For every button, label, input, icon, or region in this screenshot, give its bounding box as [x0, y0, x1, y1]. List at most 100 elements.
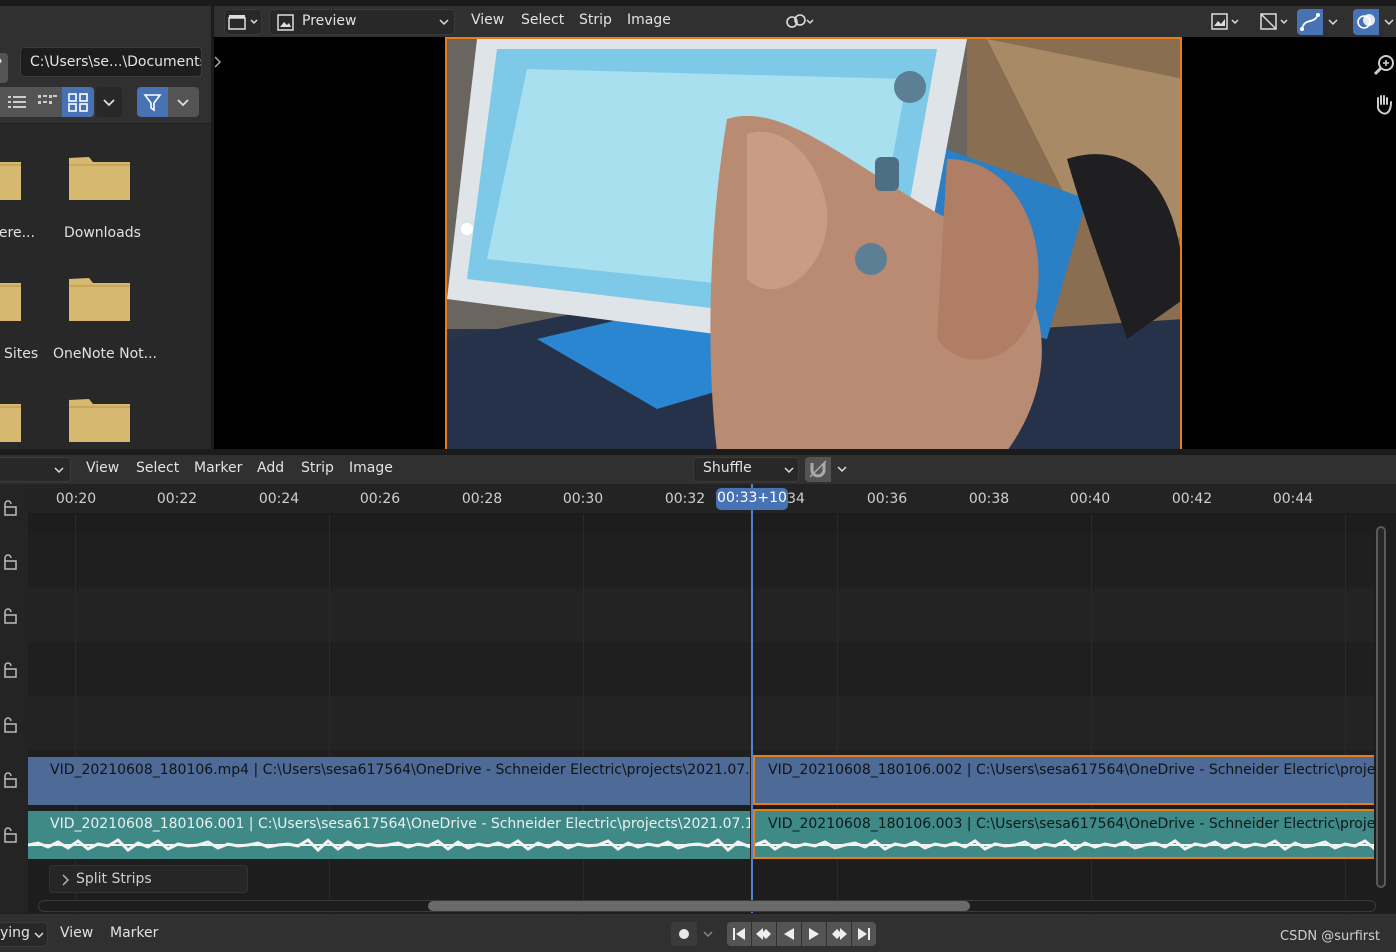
horizontal-list-view-button[interactable]	[32, 87, 62, 117]
playback-mode-dropdown[interactable]: ying	[0, 922, 48, 947]
gizmo-icon	[1260, 13, 1288, 30]
movie-strip[interactable]: VID_20210608_180106.mp4 | C:\Users\sesa6…	[28, 757, 750, 805]
snap-toggle[interactable]	[805, 457, 831, 482]
chevron-right-icon	[214, 56, 222, 68]
filter-toggle-button[interactable]	[137, 87, 168, 117]
menu-add[interactable]: Add	[257, 460, 284, 476]
jump-end-icon	[858, 928, 870, 940]
region-expand-arrow[interactable]	[214, 54, 222, 104]
last-operator-panel[interactable]: Split Strips	[49, 865, 248, 893]
filter-settings-dropdown[interactable]	[168, 87, 199, 117]
ruler-tick: 00:42	[1171, 491, 1213, 507]
ruler-tick: 00:30	[562, 491, 604, 507]
menu-view[interactable]: View	[60, 925, 93, 941]
chevron-down-icon	[34, 932, 44, 939]
record-options-dropdown[interactable]	[697, 922, 719, 946]
audio-waveform	[28, 838, 750, 853]
blender-window: C:\Users\se...\Documents\ ere... Downloa…	[0, 0, 1396, 952]
thumbnail-grid-icon	[68, 93, 88, 112]
sequencer-tracks[interactable]: VID_20210608_180106.mp4 | C:\Users\sesa6…	[0, 514, 1396, 913]
record-button[interactable]	[671, 922, 697, 946]
menu-marker[interactable]: Marker	[110, 925, 158, 941]
overlap-mode-label: Shuffle	[703, 460, 752, 476]
folder-label[interactable]: Sites	[4, 346, 38, 362]
next-keyframe-button[interactable]	[827, 922, 851, 946]
chevron-down-icon	[1384, 19, 1394, 26]
channel-row	[28, 642, 1374, 696]
lock-icon[interactable]	[2, 500, 18, 516]
record-icon	[679, 929, 689, 939]
folder-icon[interactable]	[69, 275, 130, 321]
menu-image[interactable]: Image	[349, 460, 393, 476]
menu-select[interactable]: Select	[136, 460, 179, 476]
show-gizmo-toggle[interactable]	[1297, 9, 1323, 35]
video-frame-image	[447, 39, 1180, 449]
menu-select[interactable]: Select	[521, 12, 564, 28]
editor-mode-dropdown[interactable]	[0, 457, 71, 482]
play-reverse-icon	[784, 928, 794, 940]
lock-icon[interactable]	[2, 772, 18, 788]
overlap-mode-select[interactable]: Shuffle	[693, 457, 799, 482]
prev-keyframe-button[interactable]	[752, 922, 776, 946]
vertical-scrollbar[interactable]	[1376, 526, 1386, 888]
display-channels-dropdown[interactable]	[1206, 9, 1246, 35]
overlays-dropdown[interactable]	[1379, 9, 1396, 35]
menu-marker[interactable]: Marker	[194, 460, 242, 476]
folder-icon	[0, 283, 21, 321]
gizmo-dropdown[interactable]	[1255, 9, 1295, 35]
play-button[interactable]	[802, 922, 826, 946]
folder-icon[interactable]	[69, 396, 130, 442]
menu-strip[interactable]: Strip	[579, 12, 612, 28]
chevron-right-icon	[62, 874, 69, 886]
chevron-down-icon	[439, 19, 449, 26]
menu-view[interactable]: View	[86, 460, 119, 476]
jump-start-button[interactable]	[727, 922, 751, 946]
editor-type-button[interactable]	[224, 9, 262, 35]
lock-icon[interactable]	[2, 717, 18, 733]
view-type-select[interactable]: Preview	[269, 9, 455, 35]
folder-label[interactable]: fere...	[0, 225, 35, 241]
sound-strip-selected[interactable]: VID_20210608_180106.003 | C:\Users\sesa6…	[753, 809, 1390, 859]
menu-image[interactable]: Image	[627, 12, 671, 28]
time-ruler[interactable]: 00:20 00:22 00:24 00:26 00:28 00:30 00:3…	[0, 484, 1396, 514]
thumbnail-view-button[interactable]	[62, 87, 94, 117]
directory-path-field[interactable]: C:\Users\se...\Documents\	[20, 47, 202, 77]
horizontal-list-icon	[38, 95, 57, 104]
watermark-credit: CSDN @surfirst	[1280, 929, 1380, 944]
ruler-tick: 00:20	[55, 491, 97, 507]
snap-options-dropdown[interactable]	[831, 457, 855, 482]
zoom-icon[interactable]	[1371, 53, 1396, 79]
menu-strip[interactable]: Strip	[301, 460, 334, 476]
pivot-point-dropdown[interactable]	[780, 9, 820, 35]
show-overlays-toggle[interactable]	[1353, 9, 1379, 35]
hand-pan-icon[interactable]	[1371, 91, 1396, 117]
chevron-down-icon	[1328, 19, 1338, 26]
folder-icon[interactable]	[69, 154, 130, 200]
folder-label[interactable]: Downloads	[64, 225, 141, 241]
image-icon	[277, 14, 294, 31]
next-keyframe-icon	[832, 928, 847, 940]
movie-strip-selected[interactable]: VID_20210608_180106.002 | C:\Users\sesa6…	[753, 755, 1390, 805]
lock-icon[interactable]	[2, 662, 18, 678]
play-reverse-button[interactable]	[777, 922, 801, 946]
play-icon	[809, 928, 819, 940]
menu-view[interactable]: View	[471, 12, 504, 28]
gizmo-curve-icon	[1300, 13, 1320, 31]
lock-icon[interactable]	[2, 827, 18, 843]
chevron-down-icon	[54, 467, 64, 474]
playhead-line[interactable]	[751, 484, 753, 929]
sound-strip[interactable]: VID_20210608_180106.001 | C:\Users\sesa6…	[28, 811, 750, 859]
jump-end-button[interactable]	[852, 922, 876, 946]
channel-row	[28, 696, 1374, 750]
folder-label[interactable]: OneNote Not...	[53, 346, 157, 362]
strip-label: VID_20210608_180106.001 | C:\Users\sesa6…	[50, 816, 750, 832]
lock-icon[interactable]	[2, 554, 18, 570]
chevron-down-icon	[837, 466, 847, 473]
display-settings-dropdown[interactable]	[96, 87, 122, 117]
horizontal-scrollbar-thumb[interactable]	[428, 901, 970, 911]
channel-row	[28, 588, 1374, 642]
chevron-down-icon	[103, 99, 115, 107]
lock-icon[interactable]	[2, 608, 18, 624]
ruler-tick: 34	[787, 491, 805, 507]
gizmo-options-dropdown[interactable]	[1323, 9, 1345, 35]
